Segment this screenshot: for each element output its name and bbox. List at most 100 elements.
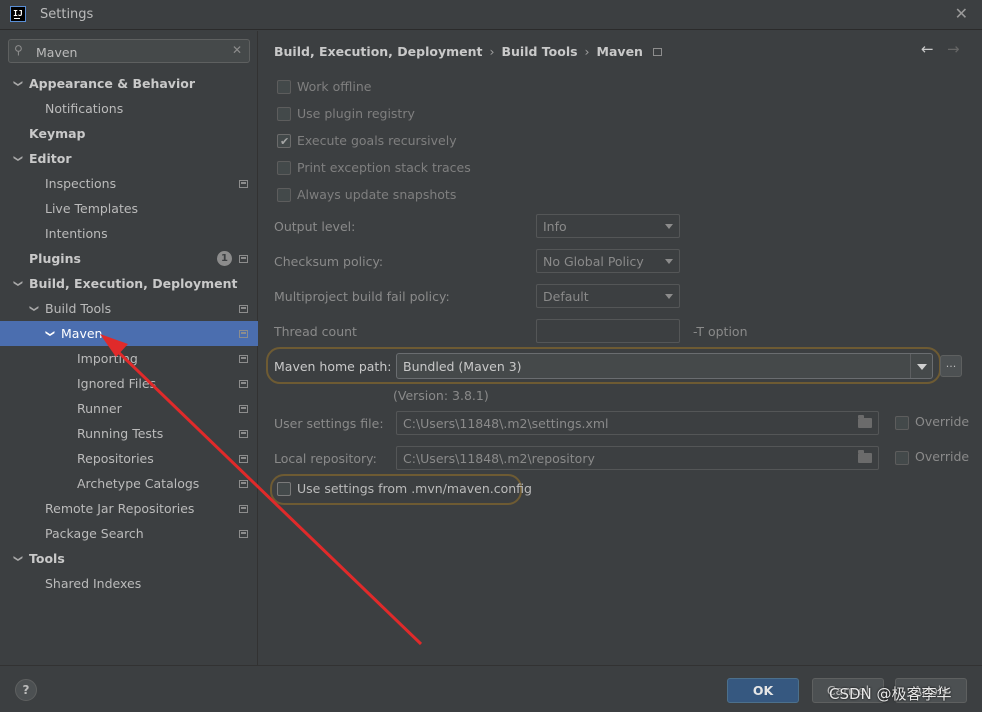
sidebar-item-build-tools[interactable]: ❯ Build Tools [0, 296, 258, 321]
chevron-down-icon [665, 294, 673, 299]
chevron-down-icon[interactable]: ❯ [4, 555, 29, 563]
thread-count-hint: -T option [693, 324, 748, 339]
user-settings-file-label: User settings file: [274, 416, 384, 431]
csdn-watermark: CSDN @极客李华 [829, 685, 952, 703]
user-settings-override-label: Override [915, 414, 970, 429]
sidebar-item-runner[interactable]: Runner [0, 396, 258, 421]
chevron-down-icon[interactable]: ❯ [36, 330, 61, 338]
ok-button[interactable]: OK [727, 678, 799, 703]
execute-goals-checkbox[interactable]: ✔ [277, 134, 291, 148]
sidebar-item-repositories[interactable]: Repositories [0, 446, 258, 471]
update-count-badge: 1 [217, 251, 232, 266]
sidebar-item-keymap[interactable]: Keymap [0, 121, 258, 146]
dialog-footer: ? OK Cancel Apply CSDN @极客李华 [0, 665, 982, 712]
forward-arrow-icon[interactable]: → [947, 40, 960, 58]
sidebar-item-label: Appearance & Behavior [29, 76, 195, 91]
sidebar-item-running-tests[interactable]: Running Tests [0, 421, 258, 446]
sidebar-item-label: Maven [61, 326, 103, 341]
user-settings-file-value: C:\Users\11848\.m2\settings.xml [403, 416, 609, 431]
help-button[interactable]: ? [15, 679, 37, 701]
sidebar-item-maven[interactable]: ❯ Maven [0, 321, 258, 346]
browse-maven-home-button[interactable]: ... [940, 355, 962, 377]
chevron-down-icon[interactable] [910, 354, 932, 378]
sidebar-item-label: Ignored Files [77, 376, 157, 391]
user-settings-file-input[interactable]: C:\Users\11848\.m2\settings.xml [396, 411, 879, 435]
local-repository-input[interactable]: C:\Users\11848\.m2\repository [396, 446, 879, 470]
sidebar-item-build-execution-deployment[interactable]: ❯ Build, Execution, Deployment [0, 271, 258, 296]
chevron-down-icon [665, 224, 673, 229]
project-scope-icon [239, 355, 248, 363]
intellij-app-icon: IJ [10, 6, 26, 22]
sidebar-item-remote-jar-repositories[interactable]: Remote Jar Repositories [0, 496, 258, 521]
project-scope-icon [239, 530, 248, 538]
sidebar-item-editor[interactable]: ❯ Editor [0, 146, 258, 171]
mvn-config-checkbox[interactable] [277, 482, 291, 496]
settings-tree: ❯ Appearance & Behavior Notifications Keyma… [0, 71, 258, 596]
sidebar-item-live-templates[interactable]: Live Templates [0, 196, 258, 221]
checksum-policy-dropdown[interactable]: No Global Policy [536, 249, 680, 273]
chevron-down-icon[interactable]: ❯ [4, 155, 29, 163]
sidebar-item-plugins[interactable]: Plugins 1 [0, 246, 258, 271]
title-bar: IJ Settings ✕ [0, 0, 982, 30]
back-arrow-icon[interactable]: ← [921, 40, 934, 58]
checksum-policy-value: No Global Policy [543, 254, 644, 269]
folder-icon[interactable] [858, 450, 872, 463]
folder-icon[interactable] [858, 415, 872, 428]
breadcrumb-item: Build, Execution, Deployment [274, 44, 483, 59]
print-exception-checkbox[interactable] [277, 161, 291, 175]
sidebar-item-label: Importing [77, 351, 138, 366]
clear-search-icon[interactable]: ✕ [232, 43, 242, 57]
user-settings-override-checkbox[interactable] [895, 416, 909, 430]
search-icon: ⚲ [14, 43, 23, 57]
sidebar-item-importing[interactable]: Importing [0, 346, 258, 371]
sidebar-item-label: Notifications [45, 101, 124, 116]
sidebar-item-appearance-behavior[interactable]: ❯ Appearance & Behavior [0, 71, 258, 96]
settings-search-box[interactable]: ⚲ ✕ [8, 39, 250, 63]
sidebar-item-label: Running Tests [77, 426, 164, 441]
multiproject-fail-policy-value: Default [543, 289, 589, 304]
sidebar-item-tools[interactable]: ❯ Tools [0, 546, 258, 571]
thread-count-input[interactable] [536, 319, 680, 343]
use-plugin-registry-checkbox[interactable] [277, 107, 291, 121]
sidebar-item-package-search[interactable]: Package Search [0, 521, 258, 546]
project-scope-icon [239, 505, 248, 513]
checksum-policy-label: Checksum policy: [274, 254, 384, 269]
sidebar-item-notifications[interactable]: Notifications [0, 96, 258, 121]
checkmark-icon: ✔ [280, 135, 290, 148]
chevron-down-icon[interactable]: ❯ [4, 280, 29, 288]
project-scope-icon [239, 180, 248, 188]
local-repository-override-label: Override [915, 449, 970, 464]
sidebar-item-archetype-catalogs[interactable]: Archetype Catalogs [0, 471, 258, 496]
sidebar-item-label: Editor [29, 151, 72, 166]
sidebar-item-label: Live Templates [45, 201, 139, 216]
settings-search-input[interactable] [36, 44, 226, 60]
sidebar-item-label: Tools [29, 551, 65, 566]
thread-count-label: Thread count [274, 324, 357, 339]
work-offline-label: Work offline [297, 79, 372, 94]
project-scope-icon [239, 380, 248, 388]
breadcrumb-separator: › [489, 44, 495, 59]
sidebar-item-ignored-files[interactable]: Ignored Files [0, 371, 258, 396]
maven-home-path-dropdown[interactable]: Bundled (Maven 3) [396, 353, 933, 379]
chevron-down-icon[interactable]: ❯ [4, 80, 29, 88]
work-offline-checkbox[interactable] [277, 80, 291, 94]
sidebar-item-label: Intentions [45, 226, 108, 241]
sidebar-item-inspections[interactable]: Inspections [0, 171, 258, 196]
local-repository-override-checkbox[interactable] [895, 451, 909, 465]
chevron-down-icon [665, 259, 673, 264]
project-scope-icon [239, 405, 248, 413]
output-level-value: Info [543, 219, 567, 234]
sidebar-item-intentions[interactable]: Intentions [0, 221, 258, 246]
project-scope-icon [239, 430, 248, 438]
sidebar-item-shared-indexes[interactable]: Shared Indexes [0, 571, 258, 596]
use-plugin-registry-label: Use plugin registry [297, 106, 415, 121]
settings-sidebar: ⚲ ✕ ❯Appearance & BehaviorNotificationsK… [0, 31, 258, 665]
project-scope-icon [652, 48, 662, 56]
always-update-checkbox[interactable] [277, 188, 291, 202]
output-level-dropdown[interactable]: Info [536, 214, 680, 238]
sidebar-item-label: Runner [77, 401, 122, 416]
multiproject-fail-policy-dropdown[interactable]: Default [536, 284, 680, 308]
chevron-down-icon[interactable]: ❯ [20, 305, 45, 313]
close-icon[interactable]: ✕ [955, 4, 968, 23]
always-update-label: Always update snapshots [297, 187, 457, 202]
